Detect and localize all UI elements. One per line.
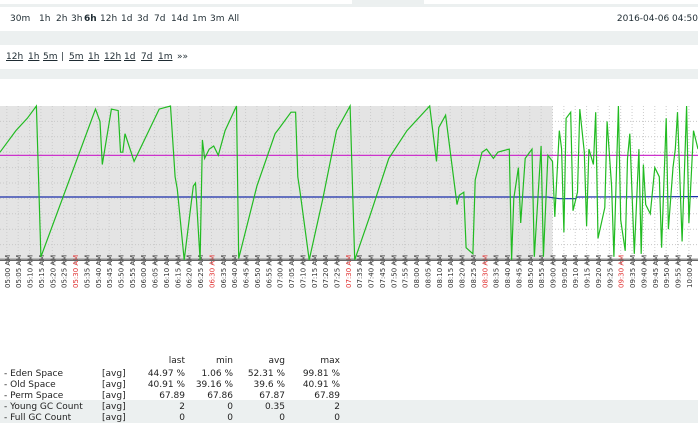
top-strip-right [424, 0, 698, 4]
legend-value-avg: 52.31 % [247, 369, 285, 379]
graph-chart: 05:00 AM 05:05 AM 05:10 AM 05:15 AM 05:20 AM… [0, 103, 698, 288]
legend-series-function: [avg] [102, 369, 126, 379]
zoom-3d[interactable]: 3d [137, 14, 148, 24]
zoom-1h[interactable]: 1h [39, 14, 50, 24]
legend-value-max: 0 [334, 413, 340, 423]
nav-separator: | [61, 52, 65, 62]
nav-back-1h[interactable]: 1h [28, 52, 39, 62]
zoom-1d[interactable]: 1d [121, 14, 132, 24]
legend-series-function: [avg] [102, 380, 126, 390]
legend-series-name: - Old Space [4, 380, 56, 390]
nav-back-12h[interactable]: 12h [6, 52, 23, 62]
legend-value-min: 0 [227, 402, 233, 412]
legend-value-min: 0 [227, 413, 233, 423]
zoom-14d[interactable]: 14d [171, 14, 188, 24]
date-range: 2016-04-06 04:50 [616, 14, 698, 24]
legend-series-name: - Full GC Count [4, 413, 72, 423]
zoom-6h[interactable]: 6h [84, 14, 97, 24]
graph-panel: 05:00 AM 05:05 AM 05:10 AM 05:15 AM 05:20 AM… [0, 79, 698, 423]
nav-forward-1d[interactable]: 1d [124, 52, 135, 62]
zoom-30m[interactable]: 30m [10, 14, 30, 24]
legend-value-avg: 39.6 % [253, 380, 285, 390]
zoom-3h[interactable]: 3h [71, 14, 82, 24]
zoom-1m[interactable]: 1m [192, 14, 207, 24]
legend-header-last: last [168, 356, 185, 366]
nav-more[interactable]: »» [177, 52, 188, 62]
legend-value-min: 39.16 % [195, 380, 233, 390]
legend-value-max: 2 [334, 402, 340, 412]
nav-forward-1m[interactable]: 1m [158, 52, 173, 62]
nav-forward-7d[interactable]: 7d [141, 52, 152, 62]
nav-forward-1h[interactable]: 1h [88, 52, 99, 62]
zoom-All[interactable]: All [228, 14, 239, 24]
zoom-3m[interactable]: 3m [210, 14, 225, 24]
legend-series-name: - Young GC Count [4, 402, 83, 412]
zoom-12h[interactable]: 12h [100, 14, 117, 24]
nav-back-5m[interactable]: 5m [43, 52, 58, 62]
legend-header-avg: avg [268, 356, 285, 366]
legend-series-function: [avg] [102, 402, 126, 412]
nav-forward-5m[interactable]: 5m [69, 52, 84, 62]
legend-value-min: 1.06 % [201, 369, 233, 379]
top-strip [0, 0, 698, 7]
legend-series-function: [avg] [102, 413, 126, 423]
legend-value-max: 99.81 % [302, 369, 340, 379]
legend-value-avg: 0 [279, 413, 285, 423]
top-strip-left [0, 0, 352, 4]
zoom-7d[interactable]: 7d [154, 14, 165, 24]
zoom-bar: 30m 1h 2h 3h 6h 12h 1d 3d 7d 14d 1m 3m All 2016-04-0… [0, 7, 698, 31]
nav-forward-12h[interactable]: 12h [104, 52, 121, 62]
legend-header-min: min [216, 356, 233, 366]
legend-header-max: max [320, 356, 340, 366]
legend-value-max: 40.91 % [302, 380, 340, 390]
legend-series-name: - Eden Space [4, 369, 64, 379]
zoom-2h[interactable]: 2h [56, 14, 67, 24]
navigation-bar: 12h 1h 5m | 5m 1h 12h 1d 7d 1m»» [0, 45, 698, 69]
legend-value-avg: 0.35 [264, 402, 285, 412]
